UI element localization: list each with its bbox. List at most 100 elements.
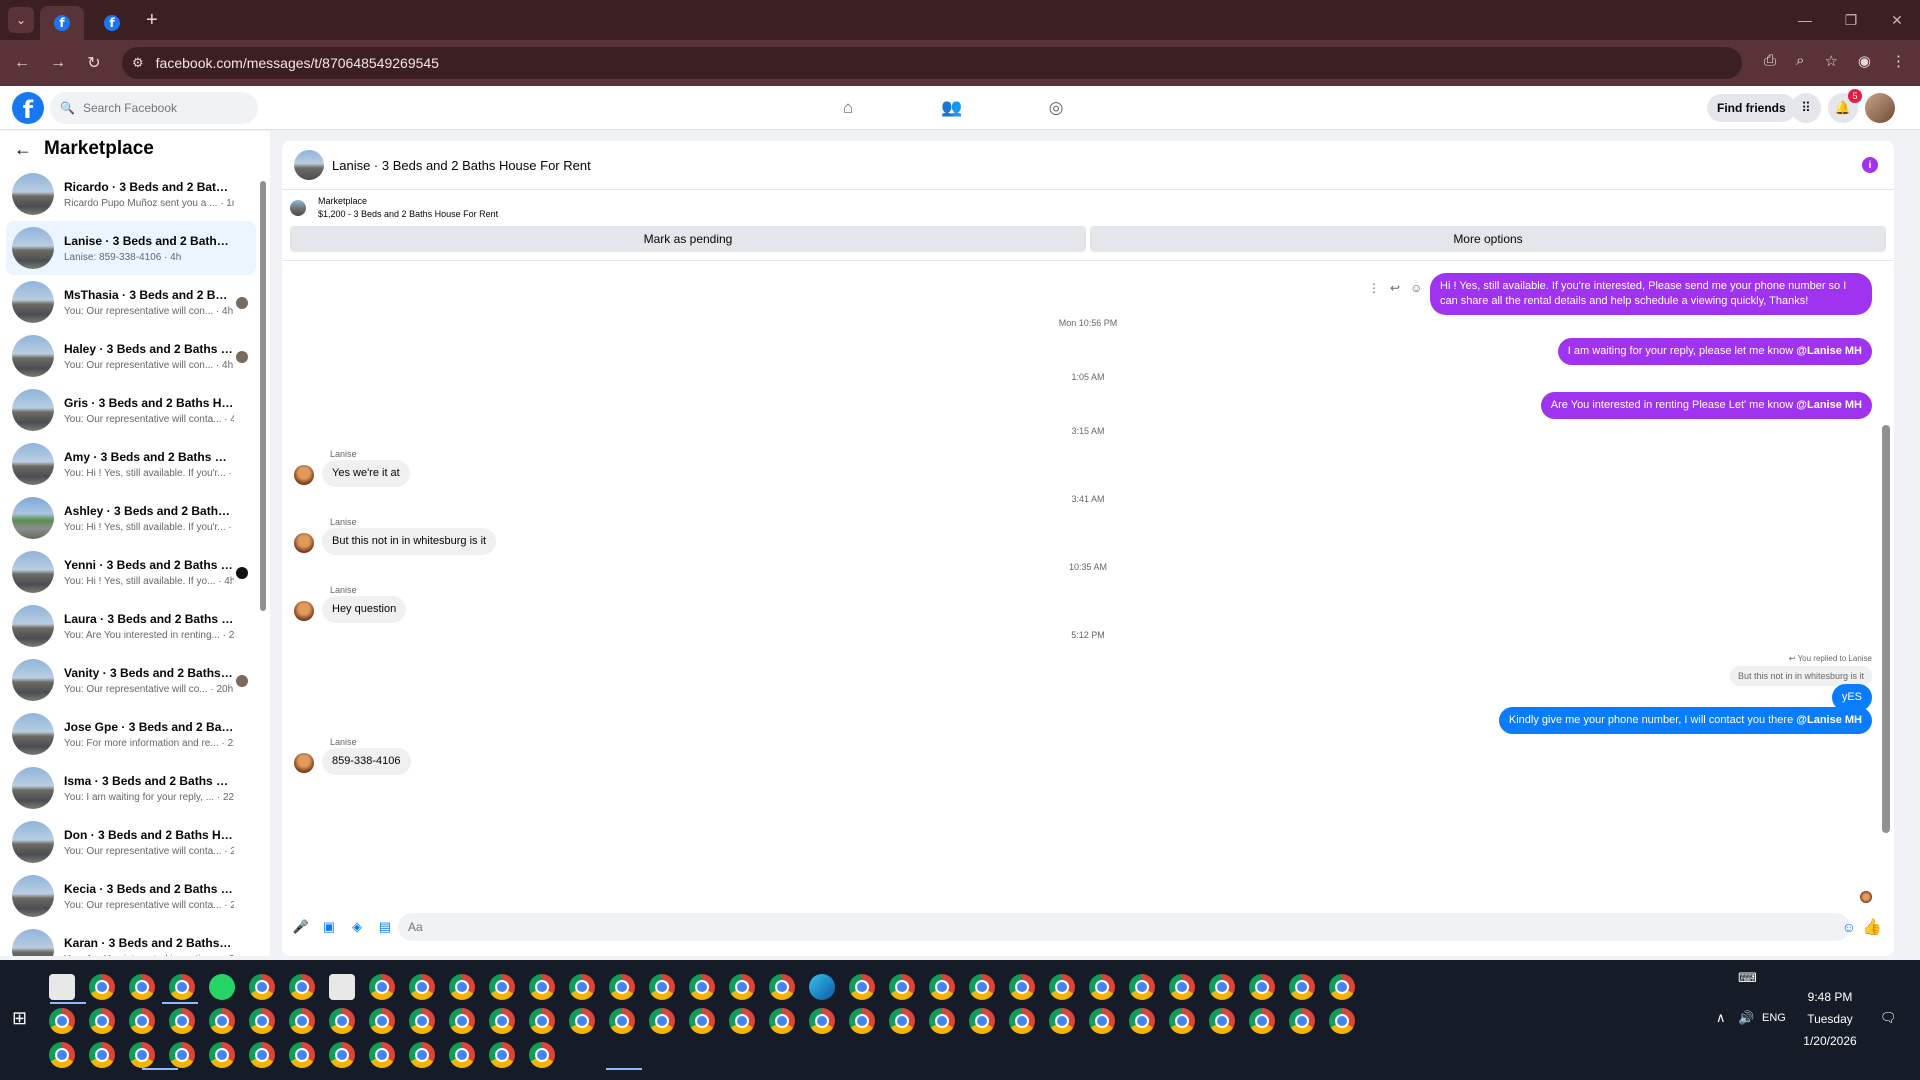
chrome-icon[interactable]: [849, 974, 875, 1000]
more-options-button[interactable]: More options: [1090, 226, 1886, 252]
left-scrollbar-thumb[interactable]: [260, 181, 266, 611]
info-icon[interactable]: i: [1862, 157, 1878, 173]
incoming-message[interactable]: Yes we're it at: [322, 460, 410, 487]
notification-center-icon[interactable]: 🗨: [1880, 1010, 1897, 1026]
chrome-icon[interactable]: [489, 1008, 515, 1034]
chrome-icon[interactable]: [1289, 1008, 1315, 1034]
chrome-icon[interactable]: [529, 1042, 555, 1068]
conversation-item[interactable]: Gris · 3 Beds and 2 Baths House... You: O…: [6, 383, 256, 437]
conversation-item[interactable]: Lanise · 3 Beds and 2 Baths Ho... Lanise:…: [6, 221, 256, 275]
conversation-item[interactable]: Vanity · 3 Beds and 2 Baths H... You: Our…: [6, 653, 256, 707]
chrome-icon[interactable]: [329, 1042, 355, 1068]
chrome-icon[interactable]: [809, 1008, 835, 1034]
sender-avatar[interactable]: [294, 533, 314, 553]
address-url[interactable]: facebook.com/messages/t/870648549269545: [156, 55, 439, 71]
chrome-icon[interactable]: [729, 1008, 755, 1034]
chrome-icon[interactable]: [1009, 1008, 1035, 1034]
mark-as-pending-button[interactable]: Mark as pending: [290, 226, 1086, 252]
sticker-icon[interactable]: ◈: [348, 919, 366, 935]
gif-icon[interactable]: ▤: [376, 919, 394, 935]
listing-thumbnail[interactable]: [294, 150, 324, 180]
chrome-icon[interactable]: [849, 1008, 875, 1034]
facebook-logo-icon[interactable]: f: [12, 92, 44, 124]
chat-title[interactable]: Lanise · 3 Beds and 2 Baths House For Re…: [332, 158, 591, 173]
chrome-icon[interactable]: [929, 974, 955, 1000]
find-friends-button[interactable]: Find friends: [1707, 94, 1796, 122]
outgoing-message[interactable]: I am waiting for your reply, please let …: [1557, 338, 1872, 365]
chrome-icon[interactable]: [369, 974, 395, 1000]
notifications-bell-icon[interactable]: 🔔 5: [1828, 89, 1862, 123]
chrome-icon[interactable]: [129, 1008, 155, 1034]
close-icon[interactable]: ✕: [1874, 0, 1920, 40]
chrome-icon[interactable]: [569, 1008, 595, 1034]
conversation-item[interactable]: Kecia · 3 Beds and 2 Baths Hous... You: O…: [6, 869, 256, 923]
chat-scrollbar[interactable]: [1882, 265, 1890, 895]
site-info-icon[interactable]: ⚙: [132, 55, 144, 71]
chrome-icon[interactable]: [769, 1008, 795, 1034]
back-arrow-icon[interactable]: ←: [8, 54, 36, 72]
mention[interactable]: @Lanise MH: [1796, 399, 1862, 411]
chrome-icon[interactable]: [449, 1042, 475, 1068]
quoted-message[interactable]: But this not in in whitesburg is it: [1729, 666, 1872, 686]
chrome-icon[interactable]: [209, 1008, 235, 1034]
chrome-icon[interactable]: [409, 1008, 435, 1034]
chrome-icon[interactable]: [249, 974, 275, 1000]
conversation-item[interactable]: Haley · 3 Beds and 2 Baths H... You: Our …: [6, 329, 256, 383]
search-input[interactable]: [82, 101, 233, 115]
chrome-icon[interactable]: [49, 1008, 75, 1034]
chrome-icon[interactable]: [1049, 974, 1075, 1000]
friends-icon[interactable]: 👥: [938, 94, 966, 122]
chrome-icon[interactable]: [889, 1008, 915, 1034]
conversation-item[interactable]: Karan · 3 Beds and 2 Baths Hous... You: A…: [6, 923, 256, 956]
conversation-item[interactable]: Jose Gpe · 3 Beds and 2 Baths ... You: Fo…: [6, 707, 256, 761]
windows-start-icon[interactable]: ⊞: [12, 1008, 27, 1029]
conversation-item[interactable]: Yenni · 3 Beds and 2 Baths H... You: Hi !…: [6, 545, 256, 599]
chrome-icon[interactable]: [1169, 974, 1195, 1000]
chrome-icon[interactable]: [1089, 1008, 1115, 1034]
chrome-icon[interactable]: [1289, 974, 1315, 1000]
whatsapp-icon[interactable]: [209, 974, 235, 1000]
conversation-item[interactable]: Ashley · 3 Beds and 2 Baths Ho... You: Hi…: [6, 491, 256, 545]
tray-overflow-icon[interactable]: ∧: [1716, 1010, 1726, 1026]
clock-day[interactable]: Tuesday: [1780, 1012, 1880, 1026]
chrome-icon[interactable]: [889, 974, 915, 1000]
minimize-icon[interactable]: —: [1782, 0, 1828, 40]
volume-icon[interactable]: 🔊: [1738, 1010, 1754, 1026]
install-app-icon[interactable]: ⎙: [1764, 52, 1776, 70]
chrome-icon[interactable]: [1329, 1008, 1355, 1034]
mention[interactable]: @Lanise MH: [1796, 714, 1862, 726]
chrome-icon[interactable]: [489, 1042, 515, 1068]
chrome-icon[interactable]: [329, 1008, 355, 1034]
chrome-icon[interactable]: [529, 1008, 555, 1034]
chrome-icon[interactable]: [409, 974, 435, 1000]
chrome-icon[interactable]: [1049, 1008, 1075, 1034]
chrome-icon[interactable]: [1089, 974, 1115, 1000]
chrome-icon[interactable]: [369, 1008, 395, 1034]
chrome-icon[interactable]: [369, 1042, 395, 1068]
sender-avatar[interactable]: [294, 601, 314, 621]
sender-avatar[interactable]: [294, 465, 314, 485]
edge-icon[interactable]: [809, 974, 835, 1000]
chrome-icon[interactable]: [1249, 974, 1275, 1000]
chrome-icon[interactable]: [289, 974, 315, 1000]
chrome-icon[interactable]: [89, 1042, 115, 1068]
chrome-icon[interactable]: [129, 1042, 155, 1068]
chrome-icon[interactable]: [169, 1042, 195, 1068]
emoji-icon[interactable]: ☺: [1842, 919, 1856, 935]
chrome-icon[interactable]: [689, 1008, 715, 1034]
chrome-icon[interactable]: [449, 1008, 475, 1034]
conversation-item[interactable]: Ricardo · 3 Beds and 2 Baths H... Ricardo…: [6, 167, 256, 221]
chat-scrollbar-thumb[interactable]: [1882, 425, 1890, 833]
account-avatar[interactable]: [1865, 93, 1895, 123]
chrome-icon[interactable]: [209, 1042, 235, 1068]
search-box[interactable]: 🔍: [50, 92, 258, 124]
new-tab-button[interactable]: +: [146, 9, 158, 32]
chrome-icon[interactable]: [609, 974, 635, 1000]
clock-time[interactable]: 9:48 PM: [1780, 990, 1880, 1004]
browser-tab-facebook-2[interactable]: f: [90, 6, 134, 40]
chrome-icon[interactable]: [729, 974, 755, 1000]
chrome-icon[interactable]: [649, 1008, 675, 1034]
forward-arrow-icon[interactable]: →: [44, 54, 72, 72]
home-icon[interactable]: ⌂: [834, 94, 862, 122]
chrome-icon[interactable]: [1169, 1008, 1195, 1034]
